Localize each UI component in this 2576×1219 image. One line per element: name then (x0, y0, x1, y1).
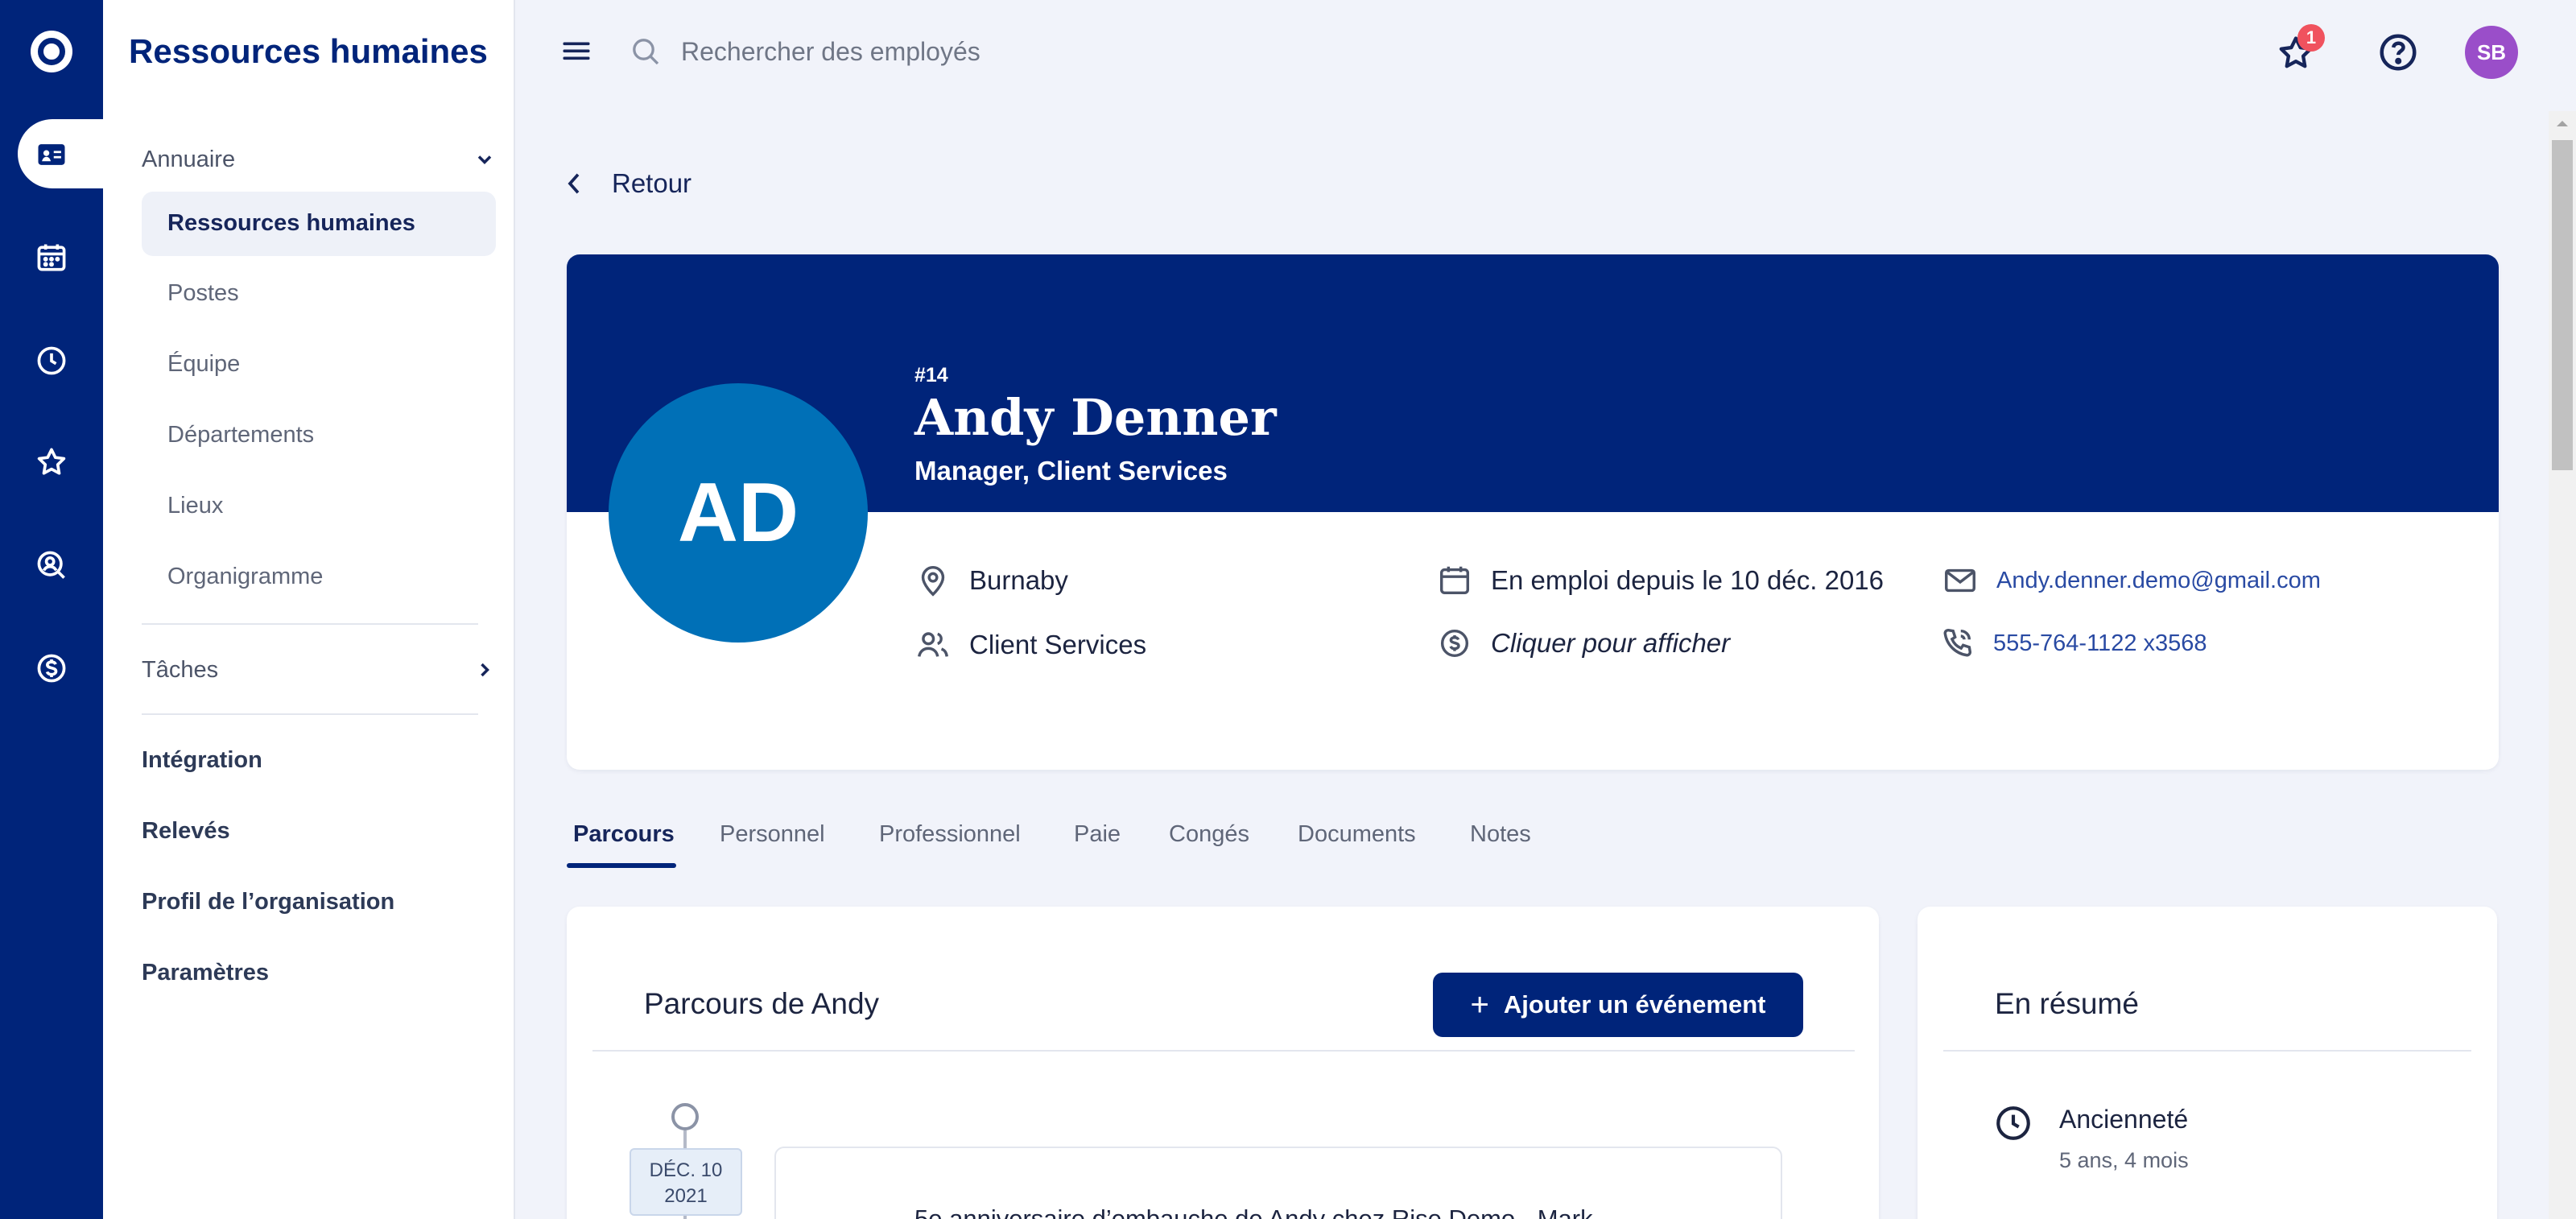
sidebar-item-integration[interactable]: Intégration (142, 747, 262, 774)
sidebar: Ressources humaines Annuaire Ressources … (103, 0, 515, 1219)
active-tab-indicator (567, 863, 676, 868)
sidebar-item-releves[interactable]: Relevés (142, 818, 230, 845)
timeline-event-text: 5e anniversaire d’embauche de Andy chez … (914, 1205, 1593, 1219)
hamburger-menu-icon[interactable] (562, 39, 591, 63)
calendar-icon (1439, 566, 1470, 595)
timeline-event[interactable]: 5e anniversaire d’embauche de Andy chez … (774, 1147, 1782, 1219)
star-icon[interactable] (27, 438, 76, 486)
people-directory-icon[interactable] (27, 130, 76, 179)
sidebar-item-departements[interactable]: Départements (167, 422, 314, 448)
sidebar-item-equipe[interactable]: Équipe (167, 351, 240, 378)
email-link[interactable]: Andy.denner.demo@gmail.com (1996, 568, 2321, 594)
timeline-date-day: DÉC. 10 (649, 1159, 723, 1181)
sidebar-item-parametres[interactable]: Paramètres (142, 960, 269, 986)
tab-parcours[interactable]: Parcours (573, 821, 675, 848)
add-event-label: Ajouter un événement (1503, 990, 1766, 1019)
people-icon (918, 632, 948, 657)
clock-icon[interactable] (27, 337, 76, 385)
summary-title: En résumé (1995, 987, 2139, 1020)
chevron-left-icon (568, 173, 580, 194)
tab-personnel[interactable]: Personnel (720, 821, 825, 848)
search-icon (633, 39, 659, 65)
sidebar-item-organigramme[interactable]: Organigramme (167, 564, 323, 590)
clock-icon (1996, 1106, 2030, 1140)
timeline-card: Parcours de Andy + Ajouter un événement … (567, 907, 1879, 1219)
phone-link[interactable]: 555-764-1122 x3568 (1993, 630, 2207, 657)
mail-icon (1945, 568, 1975, 593)
sidebar-group-label: Tâches (142, 657, 219, 683)
add-event-button[interactable]: + Ajouter un événement (1433, 973, 1803, 1037)
employee-role: Manager, Client Services (914, 456, 1228, 486)
timeline-node (671, 1103, 699, 1130)
rise-logo-icon[interactable] (31, 31, 72, 72)
timeline-date-badge: DÉC. 10 2021 (630, 1148, 742, 1216)
employee-phone[interactable]: 555-764-1122 x3568 (1938, 625, 2207, 662)
payroll-dollar-icon[interactable] (27, 644, 76, 692)
notification-badge: 1 (2297, 24, 2325, 52)
timeline-title: Parcours de Andy (644, 987, 880, 1020)
help-icon[interactable] (2376, 31, 2420, 74)
plus-icon: + (1470, 987, 1489, 1023)
tab-professionnel[interactable]: Professionnel (879, 821, 1021, 848)
sidebar-item-profil-organisation[interactable]: Profil de l’organisation (142, 889, 394, 915)
employment-start-text: En emploi depuis le 10 déc. 2016 (1491, 565, 1885, 595)
location-text: Burnaby (969, 565, 1068, 595)
employee-name: Andy Denner (914, 388, 1277, 447)
employee-email[interactable]: Andy.denner.demo@gmail.com (1942, 562, 2321, 599)
sidebar-divider (142, 623, 478, 625)
dollar-circle-icon (1440, 629, 1469, 658)
sidebar-group-label: Annuaire (142, 147, 236, 172)
employee-profile-card: AD #14 Andy Denner Manager, Client Servi… (567, 254, 2499, 770)
salary-reveal-text: Cliquer pour afficher (1491, 628, 1731, 658)
summary-card: En résumé Ancienneté 5 ans, 4 mois (1918, 907, 2497, 1219)
scroll-up-arrow-icon[interactable] (2553, 118, 2571, 130)
sidebar-group-annuaire[interactable]: Annuaire (142, 147, 496, 173)
calendar-icon[interactable] (27, 233, 76, 282)
timeline-date-year: 2021 (664, 1185, 708, 1207)
department-text: Client Services (969, 630, 1147, 659)
employee-number: #14 (914, 364, 948, 386)
phone-icon (1943, 628, 1972, 657)
card-divider (1943, 1050, 2471, 1052)
recruiting-search-icon[interactable] (27, 541, 76, 589)
app-root: Ressources humaines Annuaire Ressources … (0, 0, 2576, 1219)
chevron-down-icon (477, 155, 492, 164)
sidebar-group-taches[interactable]: Tâches (142, 657, 496, 684)
employee-avatar: AD (609, 383, 868, 643)
card-divider (592, 1050, 1855, 1052)
location-pin-icon (921, 565, 945, 597)
sidebar-item-lieux[interactable]: Lieux (167, 493, 223, 519)
tab-documents[interactable]: Documents (1298, 821, 1416, 848)
tab-conges[interactable]: Congés (1169, 821, 1249, 848)
sidebar-item-postes[interactable]: Postes (167, 280, 239, 307)
scrollbar-thumb[interactable] (2552, 140, 2573, 470)
app-rail (0, 0, 103, 1219)
employee-department: Client Services (914, 626, 1146, 663)
chevron-right-icon (481, 663, 489, 677)
employee-location: Burnaby (914, 562, 1068, 599)
employment-start: En emploi depuis le 10 déc. 2016 (1436, 562, 1884, 599)
sidebar-item-ressources-humaines[interactable]: Ressources humaines (142, 192, 496, 256)
tab-notes[interactable]: Notes (1470, 821, 1531, 848)
sidebar-divider (142, 713, 478, 715)
sidebar-title: Ressources humaines (129, 32, 488, 70)
back-label: Retour (612, 168, 692, 198)
user-avatar[interactable]: SB (2465, 26, 2518, 79)
employee-search-input[interactable] (681, 32, 1406, 71)
sidebar-item-label: Ressources humaines (167, 210, 415, 236)
salary-reveal[interactable]: Cliquer pour afficher (1436, 625, 1730, 662)
tab-paie[interactable]: Paie (1074, 821, 1121, 848)
back-link[interactable]: Retour (564, 164, 691, 203)
seniority-value: 5 ans, 4 mois (2059, 1148, 2189, 1172)
seniority-label: Ancienneté (2059, 1105, 2189, 1134)
